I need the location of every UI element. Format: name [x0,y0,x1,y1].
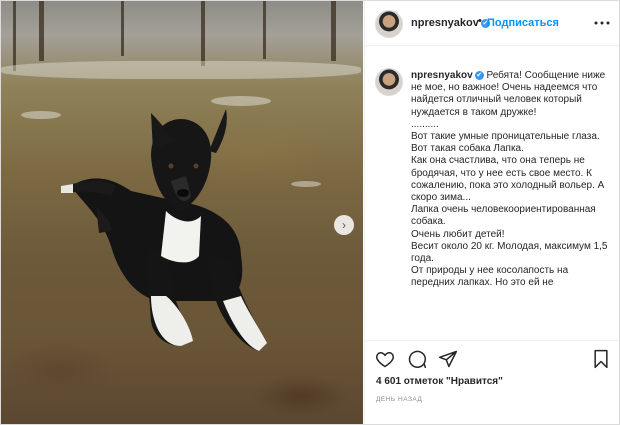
post-photo[interactable]: › [1,1,363,424]
caption-line: Как она счастлива, что она теперь не бро… [411,155,605,204]
post-timestamp[interactable]: день назад [376,396,422,403]
caption-line: Очень любит детей! [411,228,505,240]
share-icon [438,350,458,368]
save-button[interactable] [591,349,611,369]
verified-badge-icon: ✔ [474,71,484,80]
comment-button[interactable] [407,349,427,369]
follow-button[interactable]: Подписаться [487,17,559,29]
post-caption: npresnyakov ✔ Ребята! Сообщение ниже не м… [411,70,611,290]
dog-illustration [61,109,267,351]
next-photo-button[interactable]: › [334,215,354,235]
post-header: npresnyakov ✔ • Подписаться [365,1,619,46]
caption-line: От природы у нее косолапость на передних… [411,265,569,289]
comments-section: npresnyakov ✔ Ребята! Сообщение ниже не м… [365,46,619,340]
caption-line: .......... [411,118,439,130]
post-actions: 4 601 отметок "Нравится" день назад [365,340,619,424]
caption-line: Весит около 20 кг. Молодая, максимум 1,5… [411,240,608,265]
post-sidebar: npresnyakov ✔ • Подписаться npresnyakov ✔ … [364,1,619,424]
like-button[interactable] [375,349,395,369]
likes-count[interactable]: 4 601 отметок "Нравится" [376,376,503,387]
more-options-button[interactable] [594,12,610,28]
heart-icon [376,351,394,368]
comment-icon [408,350,427,369]
username[interactable]: npresnyakov [411,17,479,29]
caption-line: Лапка очень человекоориентированная соба… [411,204,596,228]
bookmark-icon [594,349,608,369]
caption-line: Вот такие умные проницательные глаза. Во… [411,131,600,155]
chevron-right-icon: › [342,218,346,232]
caption-line: npresnyakov ✔ Ребята! Сообщение ниже не м… [411,70,611,119]
caption-avatar[interactable] [375,68,403,96]
more-horizontal-icon [594,21,610,25]
separator-dot: • [478,15,482,27]
share-button[interactable] [438,349,458,369]
avatar[interactable] [375,10,403,38]
caption-username[interactable]: npresnyakov [411,70,473,81]
post-card: › npresnyakov ✔ • Подписаться npresnyakov… [0,0,620,425]
